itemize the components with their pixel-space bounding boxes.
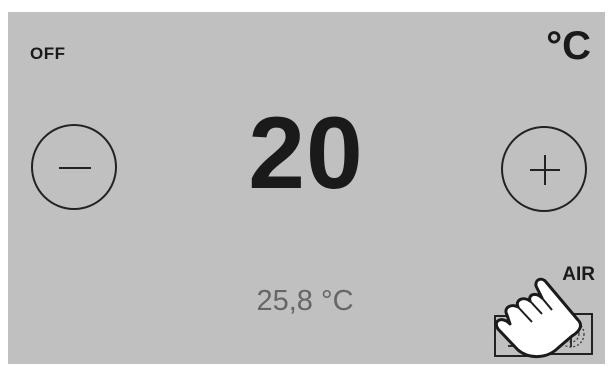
list-mode-button[interactable]	[494, 315, 538, 357]
setpoint-temperature: 20	[248, 96, 364, 210]
list-icon	[508, 331, 524, 347]
decrease-button[interactable]	[31, 124, 117, 210]
current-temperature: 25,8 °C	[256, 285, 354, 317]
minus-icon	[59, 167, 91, 169]
air-mode-button[interactable]	[549, 313, 593, 355]
mode-label: AIR	[562, 264, 595, 285]
increase-button[interactable]	[501, 126, 587, 212]
power-status[interactable]: OFF	[30, 44, 66, 64]
temperature-unit[interactable]: °C	[546, 26, 591, 66]
plus-icon	[530, 155, 560, 185]
thermostat-panel: OFF °C 20 25,8 °C AIR	[8, 12, 605, 364]
air-mode-icon	[557, 320, 585, 348]
